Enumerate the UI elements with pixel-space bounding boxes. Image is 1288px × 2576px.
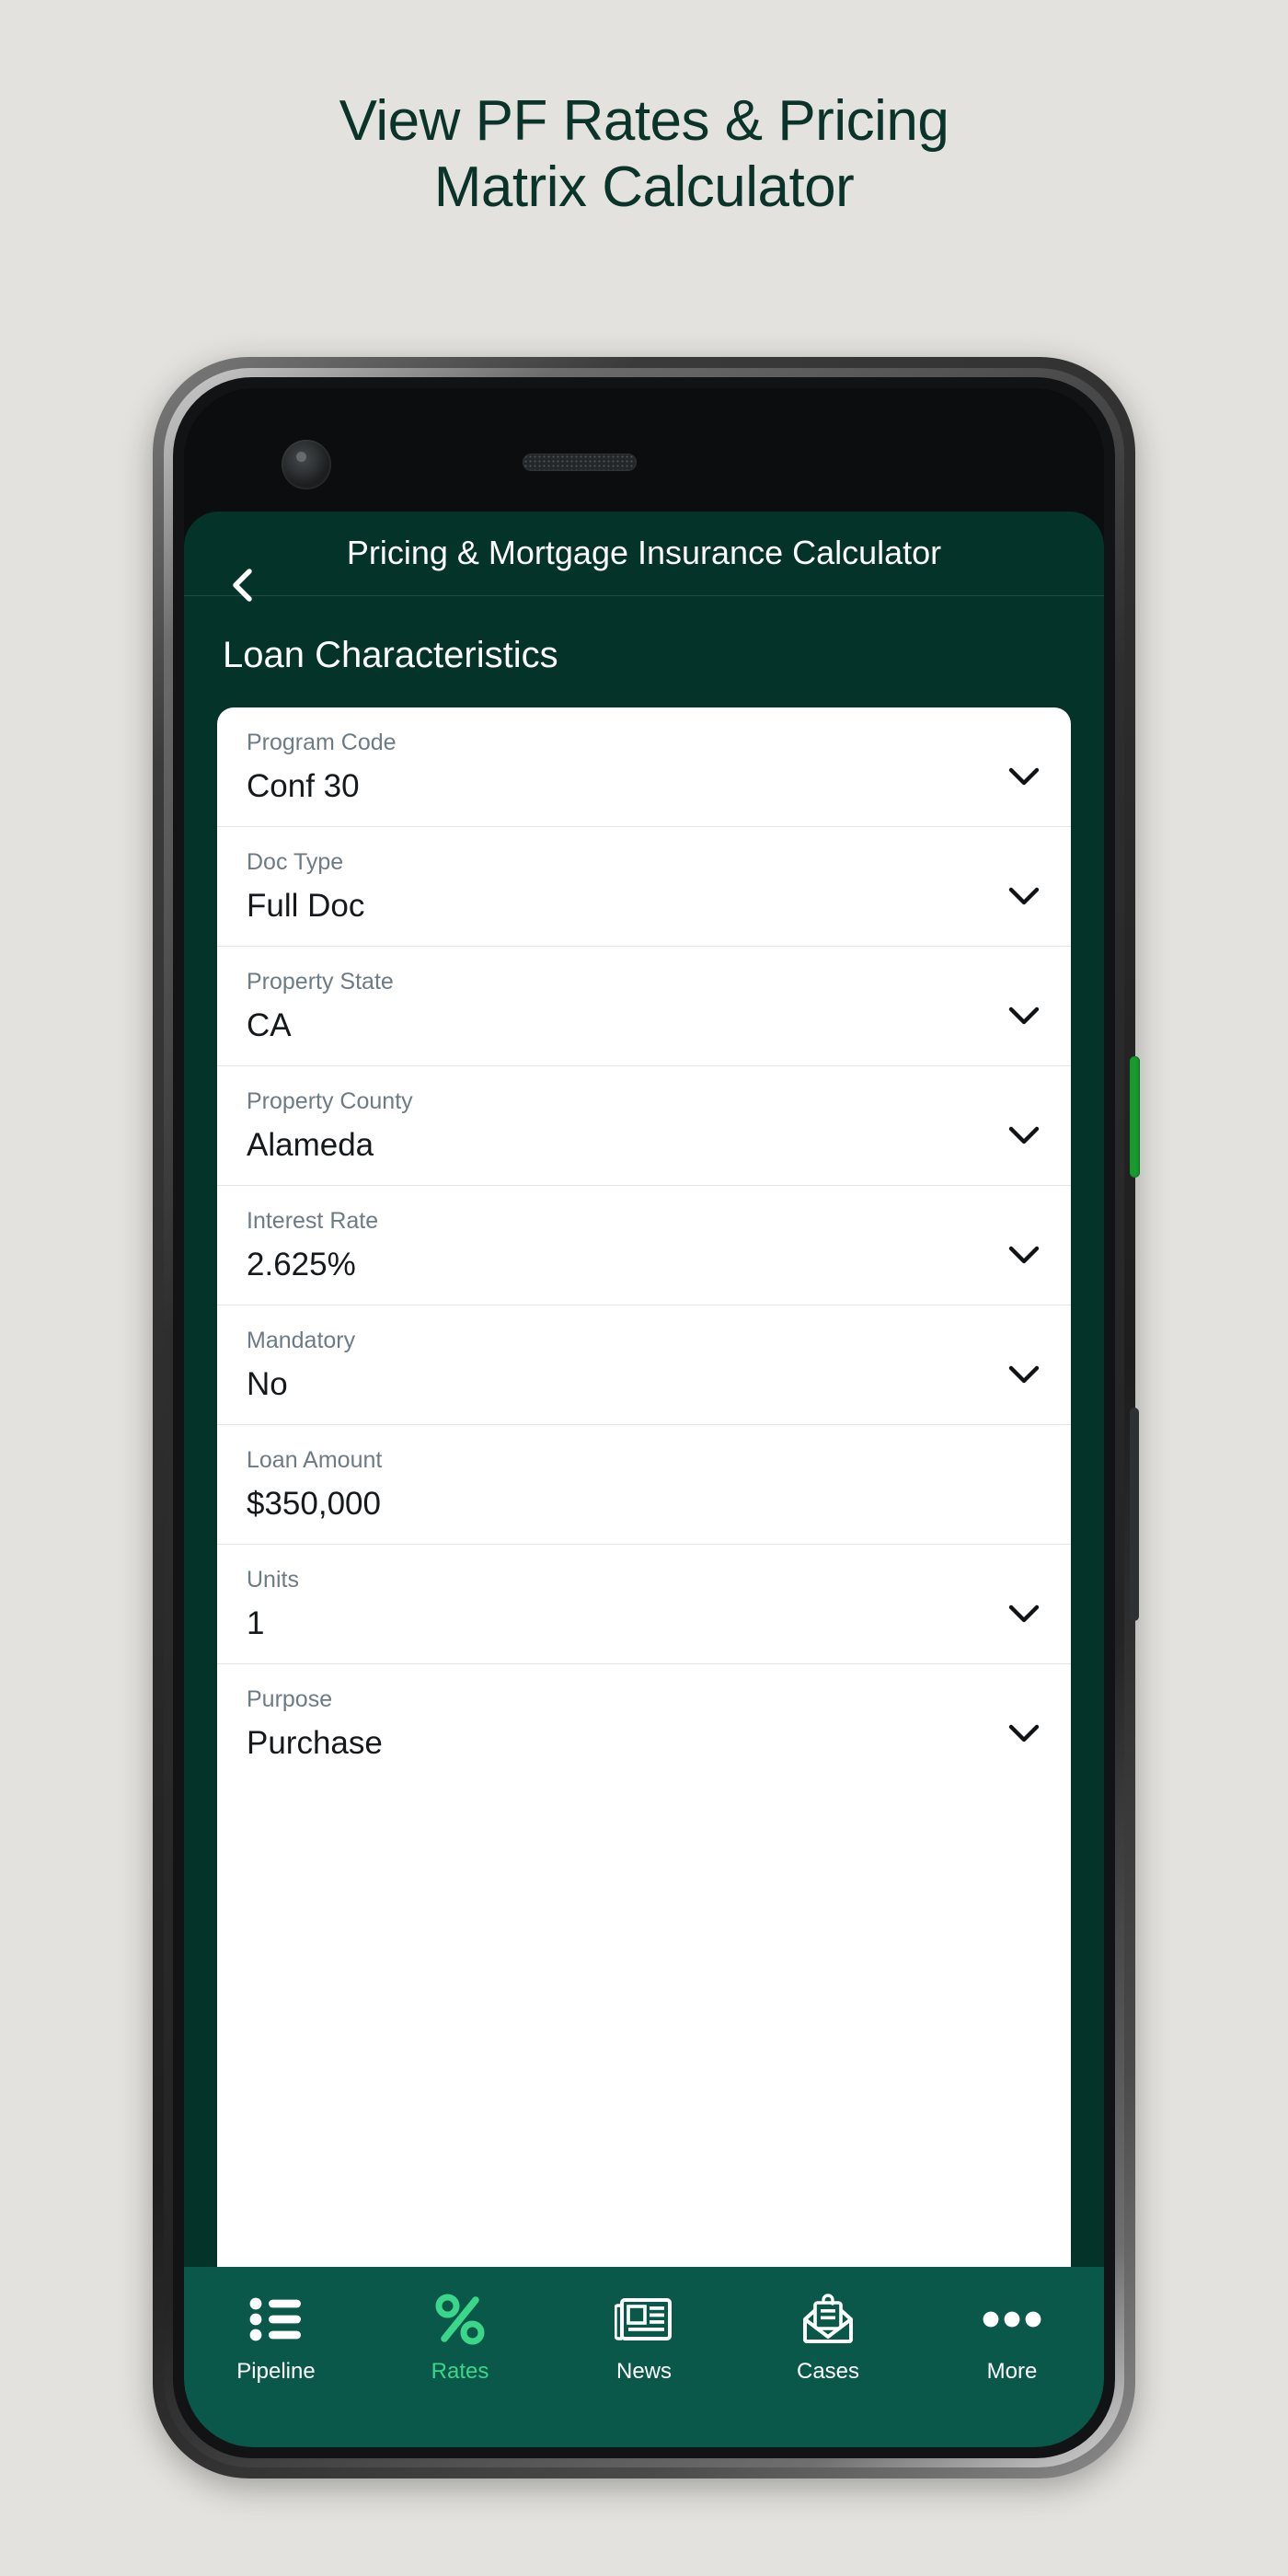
tab-news[interactable]: News <box>552 2291 736 2383</box>
field-label: Program Code <box>247 730 397 756</box>
chevron-down-icon[interactable] <box>1008 766 1040 787</box>
tab-cases[interactable]: Cases <box>736 2291 920 2383</box>
field-mandatory[interactable]: Mandatory No <box>217 1305 1071 1426</box>
field-value: $350,000 <box>247 1486 381 1523</box>
field-property-state[interactable]: Property State CA <box>217 947 1071 1067</box>
field-label: Mandatory <box>247 1328 356 1354</box>
field-value: Full Doc <box>247 888 365 925</box>
field-label: Units <box>247 1567 299 1593</box>
field-label: Loan Amount <box>247 1447 383 1474</box>
envelope-icon <box>801 2291 855 2348</box>
field-value: No <box>247 1366 288 1403</box>
app-header: Pricing & Mortgage Insurance Calculator <box>184 512 1104 602</box>
tab-more[interactable]: More <box>920 2291 1104 2383</box>
tab-label: News <box>615 2359 672 2384</box>
tab-label: Cases <box>796 2359 860 2384</box>
field-label: Property County <box>247 1088 413 1115</box>
chevron-left-icon <box>233 569 252 602</box>
chevron-down-icon[interactable] <box>1008 1364 1040 1385</box>
loan-characteristics-form: Program Code Conf 30 Doc Type Full Doc P… <box>217 707 1071 2267</box>
ellipsis-icon <box>983 2291 1041 2348</box>
tab-label: More <box>986 2359 1038 2384</box>
page-title-line-2: Matrix Calculator <box>433 155 855 219</box>
bottom-navigation: Pipeline Rates News Cases More <box>184 2267 1104 2447</box>
field-value: 2.625% <box>247 1247 356 1283</box>
phone-mockup: Pricing & Mortgage Insurance Calculator … <box>153 357 1140 2478</box>
earpiece-speaker-icon <box>523 454 637 471</box>
field-label: Purpose <box>247 1686 333 1713</box>
field-units[interactable]: Units 1 <box>217 1545 1071 1665</box>
chevron-down-icon[interactable] <box>1008 1723 1040 1743</box>
field-label: Doc Type <box>247 849 344 876</box>
field-interest-rate[interactable]: Interest Rate 2.625% <box>217 1186 1071 1306</box>
page-title: View PF Rates & Pricing Matrix Calculato… <box>0 88 1288 221</box>
field-program-code[interactable]: Program Code Conf 30 <box>217 707 1071 828</box>
percent-icon <box>434 2291 486 2348</box>
phone-screen: Pricing & Mortgage Insurance Calculator … <box>184 388 1104 2447</box>
field-doc-type[interactable]: Doc Type Full Doc <box>217 827 1071 948</box>
field-property-county[interactable]: Property County Alameda <box>217 1066 1071 1187</box>
tab-rates[interactable]: Rates <box>368 2291 552 2383</box>
tab-label: Pipeline <box>236 2359 316 2384</box>
field-label: Property State <box>247 969 394 995</box>
app-title: Pricing & Mortgage Insurance Calculator <box>346 534 942 571</box>
chevron-down-icon[interactable] <box>1008 1006 1040 1026</box>
chevron-down-icon[interactable] <box>1008 886 1040 906</box>
field-loan-amount[interactable]: Loan Amount $350,000 <box>217 1425 1071 1546</box>
field-value: CA <box>247 1007 292 1044</box>
front-camera-icon <box>282 440 331 489</box>
volume-button[interactable] <box>1130 1408 1139 1621</box>
chevron-down-icon[interactable] <box>1008 1245 1040 1265</box>
app-viewport: Pricing & Mortgage Insurance Calculator … <box>184 512 1104 2447</box>
field-value: Alameda <box>247 1127 374 1164</box>
field-value: Conf 30 <box>247 768 360 805</box>
back-button[interactable] <box>221 563 265 607</box>
field-label: Interest Rate <box>247 1208 379 1235</box>
chevron-down-icon[interactable] <box>1008 1125 1040 1145</box>
power-button[interactable] <box>1130 1056 1140 1178</box>
field-value: 1 <box>247 1605 265 1642</box>
chevron-down-icon[interactable] <box>1008 1604 1040 1624</box>
page-title-line-1: View PF Rates & Pricing <box>339 89 949 153</box>
section-title: Loan Characteristics <box>223 635 558 676</box>
list-icon <box>249 2291 303 2348</box>
tab-label: Rates <box>431 2359 489 2384</box>
field-value: Purchase <box>247 1725 383 1762</box>
tab-pipeline[interactable]: Pipeline <box>184 2291 368 2383</box>
newspaper-icon <box>615 2291 673 2348</box>
field-purpose[interactable]: Purpose Purchase <box>217 1664 1071 1784</box>
